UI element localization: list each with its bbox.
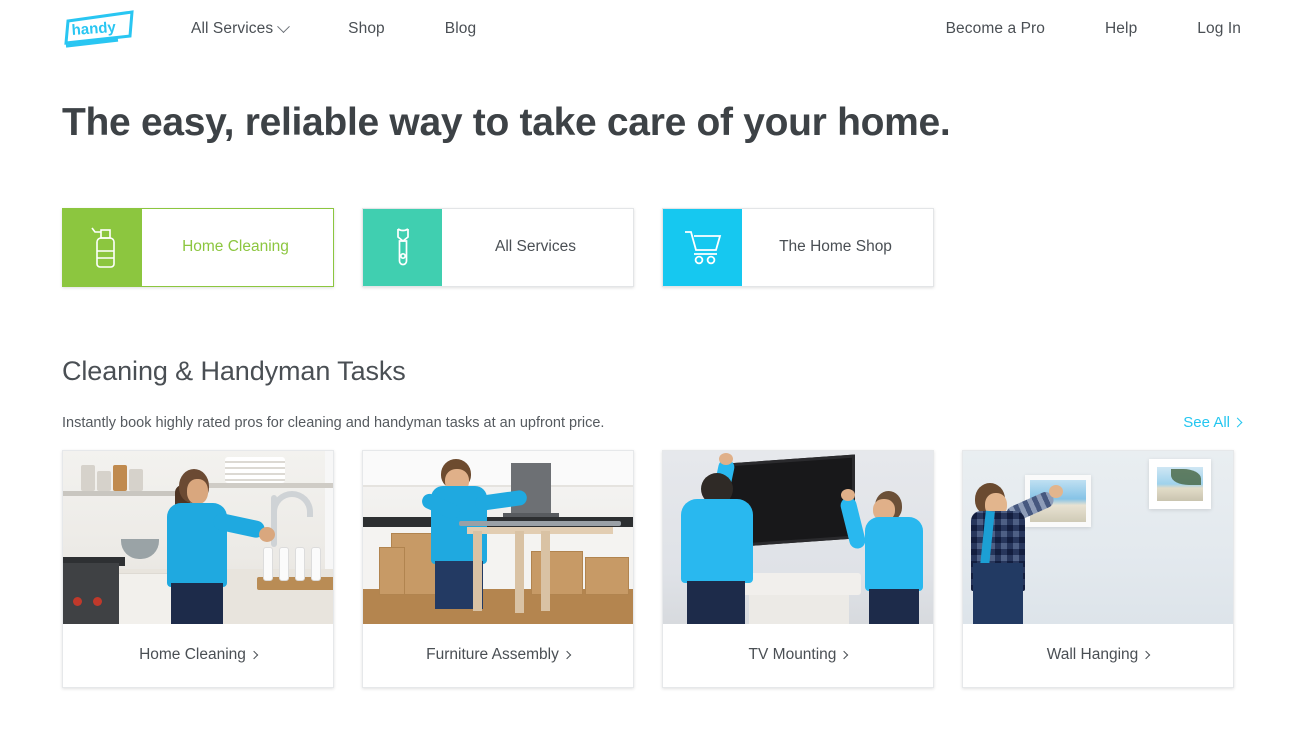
task-card-image [663,450,933,624]
handy-logo[interactable]: handy [62,9,138,49]
tasks-section: Cleaning & Handyman Tasks Instantly book… [0,287,1297,688]
task-card-caption: Furniture Assembly [363,624,633,687]
see-all-label: See All [1183,413,1230,431]
service-card-all-services[interactable]: All Services [362,207,634,287]
wrench-icon [396,228,409,266]
service-card-label: The Home Shop [779,238,892,256]
task-card-image [963,450,1233,624]
task-card-furniture-assembly[interactable]: Furniture Assembly [362,449,634,688]
chevron-right-icon [562,651,572,660]
task-card-list: Home Cleaning Furniture Assembly TV Moun… [62,449,1241,688]
task-card-label: Home Cleaning [139,646,246,664]
task-card-image [63,450,333,624]
hero-section: The easy, reliable way to take care of y… [0,58,1297,145]
chevron-right-icon [840,651,849,660]
service-icon-tile [63,208,142,286]
task-card-label: Wall Hanging [1046,646,1139,664]
service-icon-tile [363,208,442,286]
chevron-right-icon [249,651,259,660]
spray-bottle-icon [90,227,115,269]
svg-text:handy: handy [71,19,117,39]
chevron-right-icon [1142,651,1151,660]
task-card-caption: TV Mounting [663,624,933,687]
shopping-cart-icon [684,231,721,265]
service-card-home-cleaning[interactable]: Home Cleaning [62,207,334,287]
nav-item-become-a-pro[interactable]: Become a Pro [946,20,1045,38]
service-card-the-home-shop[interactable]: The Home Shop [662,207,934,287]
task-card-label: TV Mounting [748,646,837,664]
nav-item-blog[interactable]: Blog [445,20,476,38]
primary-nav: All Services Shop Blog [191,19,476,38]
nav-item-all-services-label: All Services [191,20,274,37]
task-card-home-cleaning[interactable]: Home Cleaning [62,449,334,688]
secondary-nav: Become a Pro Help Log In [946,20,1241,38]
task-card-tv-mounting[interactable]: TV Mounting [662,449,934,688]
task-card-image [363,450,633,624]
chevron-down-icon [277,19,291,33]
nav-item-log-in[interactable]: Log In [1197,20,1241,38]
task-card-wall-hanging[interactable]: Wall Hanging [962,449,1234,688]
nav-item-all-services[interactable]: All Services [191,19,291,38]
task-card-caption: Wall Hanging [963,624,1233,687]
section-subtitle: Instantly book highly rated pros for cle… [62,414,605,431]
section-title: Cleaning & Handyman Tasks [62,355,406,386]
handy-logo-icon: handy [64,10,134,48]
nav-item-help[interactable]: Help [1105,20,1137,38]
task-card-caption: Home Cleaning [63,624,333,687]
chevron-right-icon [1232,417,1243,428]
service-selector: Home Cleaning All Services The Home Shop [0,145,1297,287]
nav-item-shop[interactable]: Shop [348,20,385,38]
service-card-label: Home Cleaning [182,238,289,256]
service-icon-tile [663,208,742,286]
service-card-label: All Services [495,238,576,256]
task-card-label: Furniture Assembly [426,646,559,664]
see-all-link[interactable]: See All [1183,413,1243,431]
section-subheader: Instantly book highly rated pros for cle… [62,413,1243,431]
site-header: handy All Services Shop Blog Become a Pr… [0,0,1297,58]
page-title: The easy, reliable way to take care of y… [62,101,951,144]
